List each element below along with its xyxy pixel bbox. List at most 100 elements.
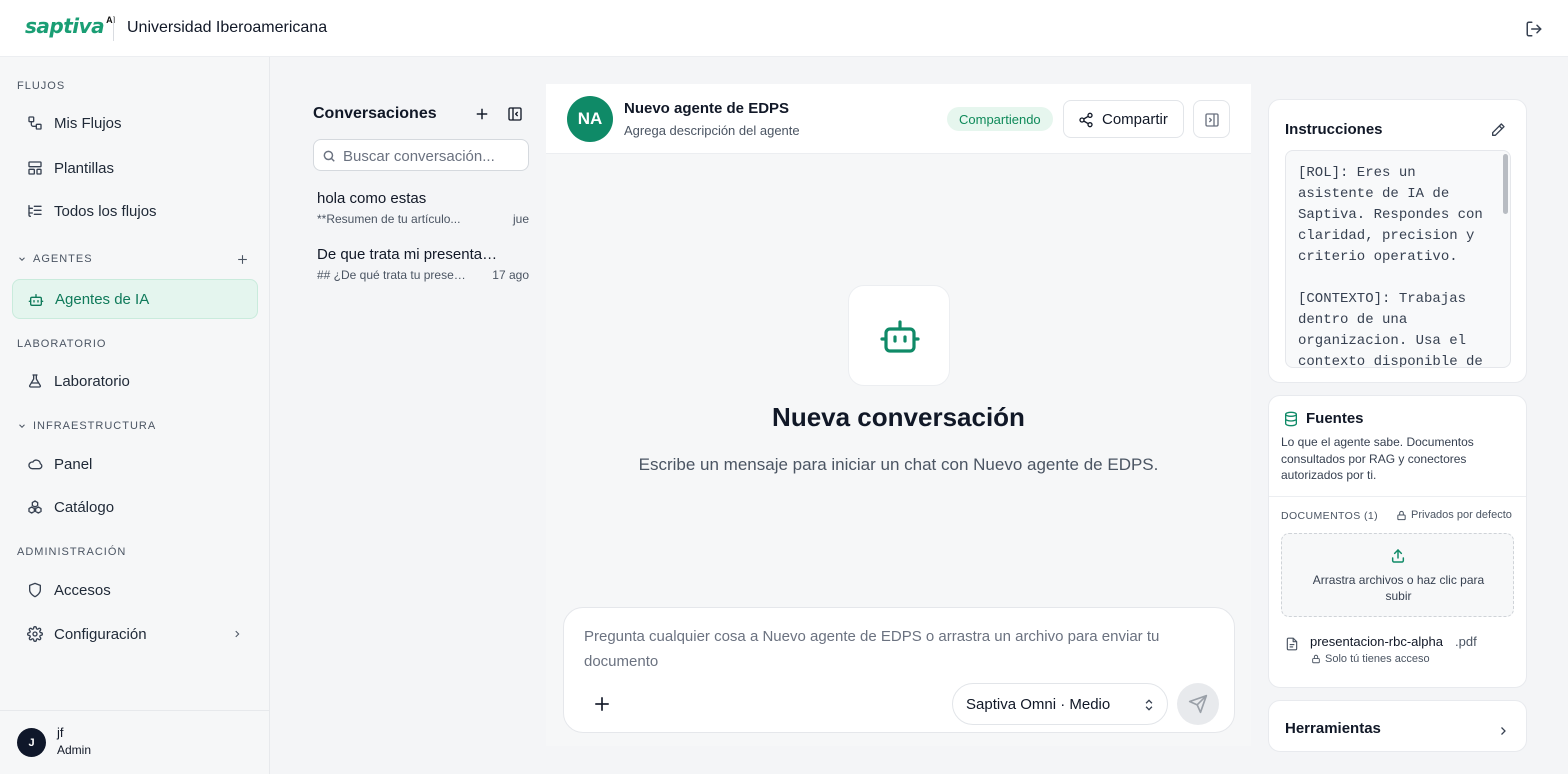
instructions-text: [ROL]: Eres un asistente de IA de Saptiv… xyxy=(1298,165,1483,368)
empty-state-bot-card xyxy=(848,285,950,386)
upload-icon xyxy=(1391,549,1405,563)
instructions-textbox[interactable]: [ROL]: Eres un asistente de IA de Saptiv… xyxy=(1285,150,1511,368)
user-name: jf xyxy=(57,725,64,740)
panel-right-icon xyxy=(1205,113,1219,127)
section-flujos: FLUJOS xyxy=(17,80,66,92)
template-icon xyxy=(27,160,43,176)
sharing-status-badge: Compartiendo xyxy=(947,107,1053,131)
dropzone-label: Arrastra archivos o haz clic para subir xyxy=(1312,573,1485,603)
chevrons-up-down-icon xyxy=(1145,699,1153,711)
section-agentes-toggle[interactable]: AGENTES xyxy=(17,253,93,265)
sidebar-item-laboratorio[interactable]: Laboratorio xyxy=(12,361,258,401)
cloud-icon xyxy=(27,456,43,472)
model-selector[interactable]: Saptiva Omni · Medio xyxy=(952,683,1168,725)
organization-name: Universidad Iberoamericana xyxy=(127,19,328,36)
conversation-snippet: ## ¿De qué trata tu presentación? xyxy=(317,268,467,282)
sidebar: FLUJOS Mis Flujos Plantillas Todos los f… xyxy=(0,57,270,774)
search-input[interactable] xyxy=(343,146,523,166)
instructions-scrollbar[interactable] xyxy=(1503,154,1508,214)
sidebar-item-label: Plantillas xyxy=(54,159,115,177)
attach-plus-icon[interactable] xyxy=(593,695,611,713)
conversation-item[interactable]: hola como estas **Resumen de tu artículo… xyxy=(313,190,529,234)
chevron-right-icon xyxy=(1497,724,1509,738)
sidebar-item-plantillas[interactable]: Plantillas xyxy=(12,148,258,188)
search-icon xyxy=(322,149,336,163)
conversation-title: hola como estas xyxy=(317,190,427,207)
avatar: J xyxy=(17,728,46,757)
sidebar-item-label: Catálogo xyxy=(54,498,115,516)
instructions-card: Instrucciones [ROL]: Eres un asistente d… xyxy=(1268,99,1527,383)
chevron-right-icon xyxy=(232,628,242,640)
topbar-divider xyxy=(113,17,114,41)
file-icon xyxy=(1285,636,1299,652)
user-role: Admin xyxy=(57,743,92,757)
model-selector-value: Saptiva Omni · Medio xyxy=(966,695,1111,713)
bot-icon xyxy=(880,320,920,353)
share-button[interactable]: Compartir xyxy=(1063,100,1184,138)
top-bar: saptiva AI Universidad Iberoamericana xyxy=(0,0,1568,57)
sidebar-item-panel[interactable]: Panel xyxy=(12,444,258,484)
flow-icon xyxy=(27,115,43,131)
lock-icon xyxy=(1397,510,1406,520)
document-access: Solo tú tienes acceso xyxy=(1311,653,1430,665)
sidebar-item-catalogo[interactable]: Catálogo xyxy=(12,487,258,527)
chevron-down-icon xyxy=(19,424,25,428)
collapse-panel-icon[interactable] xyxy=(507,106,523,122)
sidebar-item-label: Todos los flujos xyxy=(54,202,157,220)
send-button[interactable] xyxy=(1177,683,1219,725)
pencil-icon[interactable] xyxy=(1490,122,1506,138)
conversation-search xyxy=(313,139,529,171)
tools-card[interactable]: Herramientas xyxy=(1268,700,1527,752)
conversation-date: 17 ago xyxy=(492,268,529,282)
sidebar-item-label: Laboratorio xyxy=(54,372,130,390)
sidebar-item-agentes-ia[interactable]: Agentes de IA xyxy=(12,279,258,319)
flask-icon xyxy=(27,373,43,389)
conversations-title: Conversaciones xyxy=(313,105,437,122)
user-profile[interactable]: J jf Admin xyxy=(0,710,270,774)
agent-avatar: NA xyxy=(567,96,613,142)
sources-card: Fuentes Lo que el agente sabe. Documento… xyxy=(1268,395,1527,688)
file-dropzone[interactable]: Arrastra archivos o haz clic para subir xyxy=(1281,533,1514,617)
new-conversation-icon[interactable] xyxy=(475,107,489,121)
gear-icon xyxy=(27,626,43,642)
conversation-snippet: **Resumen de tu artículo... xyxy=(317,212,461,226)
document-access-text: Solo tú tienes acceso xyxy=(1325,653,1430,665)
shield-icon xyxy=(27,582,43,598)
sidebar-item-label: Accesos xyxy=(54,581,111,599)
sidebar-item-accesos[interactable]: Accesos xyxy=(12,570,258,610)
database-icon xyxy=(1283,411,1299,427)
share-button-label: Compartir xyxy=(1102,110,1168,128)
boxes-icon xyxy=(27,499,43,515)
section-laboratorio: LABORATORIO xyxy=(17,338,107,350)
add-agent-icon[interactable] xyxy=(236,253,249,266)
privacy-label: Privados por defecto xyxy=(1396,509,1512,521)
document-name: presentacion-rbc-alpha xyxy=(1310,634,1443,649)
sources-description: Lo que el agente sabe. Documentos consul… xyxy=(1281,435,1474,482)
tools-title: Herramientas xyxy=(1285,720,1381,737)
section-infraestructura-toggle[interactable]: INFRAESTRUCTURA xyxy=(17,420,156,432)
conversations-panel: Conversaciones hola como estas **Resumen… xyxy=(297,84,546,746)
sidebar-item-label: Configuración xyxy=(54,625,147,643)
conversation-item[interactable]: De que trata mi presentación ## ¿De qué … xyxy=(313,246,529,290)
toggle-right-panel-button[interactable] xyxy=(1193,100,1230,138)
logout-icon[interactable] xyxy=(1525,20,1543,38)
sidebar-item-todos-flujos[interactable]: Todos los flujos xyxy=(12,191,258,231)
lock-icon xyxy=(1312,654,1320,664)
sources-title: Fuentes xyxy=(1306,410,1364,427)
message-input[interactable] xyxy=(584,624,1204,676)
chevron-down-icon xyxy=(19,257,25,261)
instructions-title: Instrucciones xyxy=(1285,121,1383,138)
documents-count-label: DOCUMENTOS (1) xyxy=(1281,510,1378,522)
agent-name: Nuevo agente de EDPS xyxy=(624,100,790,117)
logo-wordmark: saptiva xyxy=(25,14,105,38)
section-administracion: ADMINISTRACIÓN xyxy=(17,546,127,558)
send-icon xyxy=(1188,694,1208,714)
sidebar-item-label: Panel xyxy=(54,455,93,473)
empty-state-subtitle: Escribe un mensaje para iniciar un chat … xyxy=(638,455,1159,474)
agent-description[interactable]: Agrega descripción del agente xyxy=(624,123,800,138)
document-item[interactable]: presentacion-rbc-alpha .pdf Solo tú tien… xyxy=(1283,632,1513,668)
sidebar-item-configuracion[interactable]: Configuración xyxy=(12,614,258,654)
divider xyxy=(1269,496,1526,497)
saptiva-logo[interactable]: saptiva AI xyxy=(25,14,115,38)
sidebar-item-mis-flujos[interactable]: Mis Flujos xyxy=(12,103,258,143)
